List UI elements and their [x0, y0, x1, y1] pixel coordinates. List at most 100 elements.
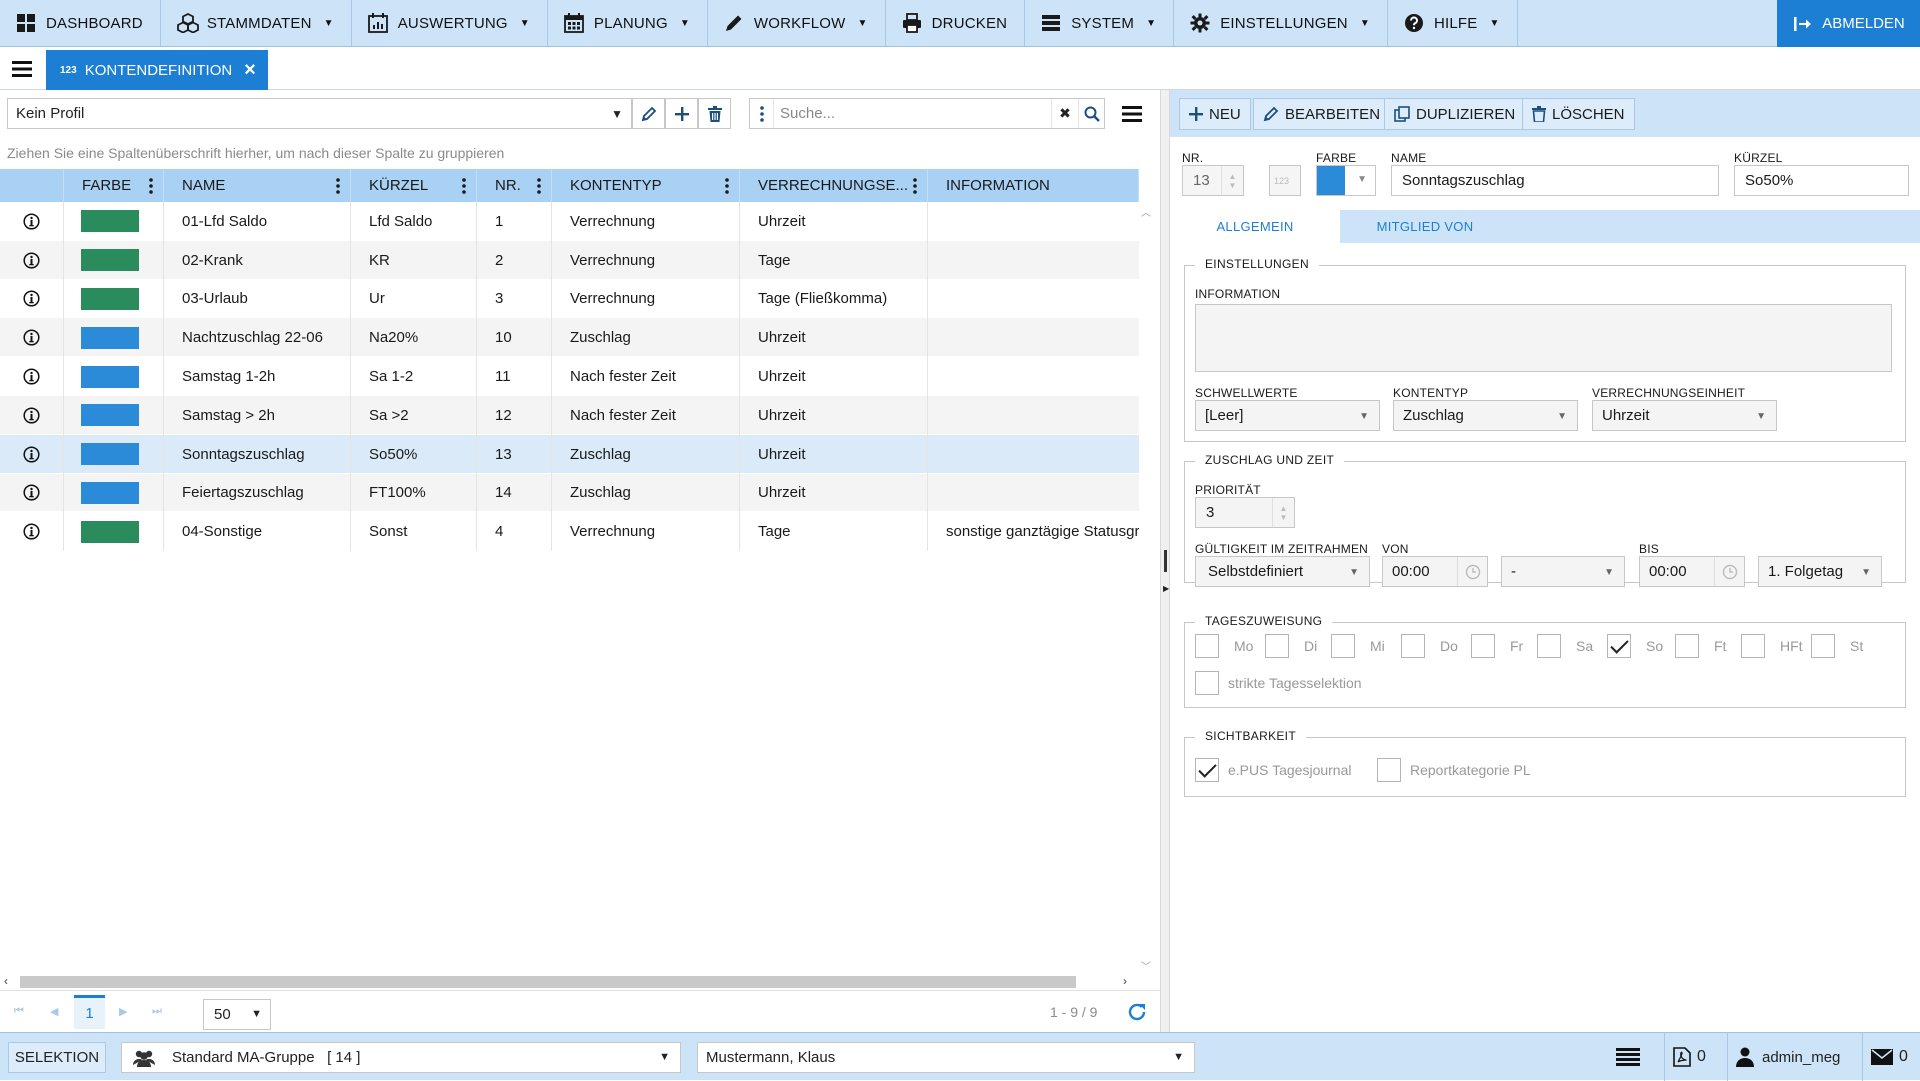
menu-dashboard[interactable]: DASHBOARD — [0, 0, 161, 46]
column-menu-icon[interactable] — [537, 178, 541, 194]
column-menu-icon[interactable] — [913, 178, 917, 194]
color-picker[interactable]: ▼ — [1316, 165, 1376, 196]
logout-button[interactable]: ABMELDEN — [1777, 0, 1920, 47]
column-header[interactable]: FARBE — [64, 169, 164, 202]
bis-day-select[interactable]: 1. Folgetag ▼ — [1758, 556, 1882, 587]
verrechnungseinheit-select[interactable]: Uhrzeit ▼ — [1592, 400, 1777, 431]
column-menu-icon[interactable] — [725, 178, 729, 194]
duplicate-button[interactable]: DUPLIZIEREN — [1384, 98, 1526, 130]
table-row[interactable]: 01-Lfd Saldo Lfd Saldo 1 Verrechnung Uhrzeit — [0, 202, 1139, 241]
table-row[interactable]: Feiertagszuschlag FT100% 14 Zuschlag Uhrzeit — [0, 473, 1139, 513]
close-tab-icon[interactable]: × — [240, 60, 260, 80]
grid-menu-icon[interactable] — [1115, 98, 1148, 129]
day-checkbox-ft[interactable] — [1675, 634, 1699, 658]
mail-counter[interactable]: 0 — [1862, 1033, 1916, 1081]
von-day-select[interactable]: - ▼ — [1501, 556, 1625, 587]
employee-group-select[interactable]: Standard MA-Gruppe [ 14 ] ▼ — [121, 1042, 681, 1073]
column-header[interactable]: NR. — [477, 169, 552, 202]
column-menu-icon[interactable] — [149, 178, 153, 194]
tab-allgemein[interactable]: ALLGEMEIN — [1170, 210, 1340, 243]
next-page-icon[interactable]: ▶ — [119, 1005, 133, 1019]
menu-workflow[interactable]: WORKFLOW ▼ — [708, 0, 886, 46]
info-icon[interactable] — [0, 512, 64, 552]
table-row[interactable]: Samstag > 2h Sa >2 12 Nach fester Zeit Uhrze… — [0, 395, 1139, 435]
search-icon[interactable] — [1078, 99, 1105, 128]
day-checkbox-mo[interactable] — [1195, 634, 1219, 658]
info-icon[interactable] — [0, 240, 64, 280]
tab-kontendefinition[interactable]: 123 KONTENDEFINITION × — [46, 50, 268, 90]
info-icon[interactable] — [0, 434, 64, 474]
prioritaet-stepper[interactable]: 3 ▲ ▼ — [1195, 497, 1295, 528]
menu-system[interactable]: SYSTEM ▼ — [1025, 0, 1175, 46]
information-textarea[interactable] — [1195, 304, 1892, 372]
schwellwerte-select[interactable]: [Leer] ▼ — [1195, 400, 1380, 431]
menu-stammdaten[interactable]: STAMMDATEN ▼ — [161, 0, 352, 46]
prev-page-icon[interactable]: ◀ — [50, 1005, 64, 1019]
profile-select[interactable]: Kein Profil ▼ — [7, 98, 632, 129]
column-menu-icon[interactable] — [336, 178, 340, 194]
scroll-right-icon[interactable]: › — [1123, 974, 1127, 988]
selection-button[interactable]: SELEKTION — [8, 1042, 106, 1073]
bis-time-input[interactable]: 00:00 — [1639, 556, 1745, 587]
column-header[interactable]: INFORMATION — [928, 169, 1139, 202]
menu-drucken[interactable]: DRUCKEN — [886, 0, 1026, 46]
menu-einstellungen[interactable]: EINSTELLUNGEN ▼ — [1174, 0, 1388, 46]
table-row[interactable]: Nachtzuschlag 22-06 Na20% 10 Zuschlag Uhrzei… — [0, 318, 1139, 358]
info-icon[interactable] — [0, 279, 64, 319]
day-checkbox-hft[interactable] — [1741, 634, 1765, 658]
kuerzel-field[interactable]: So50% — [1734, 165, 1909, 196]
clear-search-icon[interactable]: ✖ — [1051, 99, 1078, 128]
current-page-button[interactable]: 1 — [74, 995, 105, 1029]
column-header[interactable]: NAME — [164, 169, 351, 202]
clock-icon[interactable] — [1457, 557, 1487, 586]
info-icon[interactable] — [0, 357, 64, 396]
day-checkbox-do[interactable] — [1401, 634, 1425, 658]
gueltigkeit-select[interactable]: Selbstdefiniert ▼ — [1195, 556, 1370, 587]
last-page-icon[interactable]: ⏭ — [152, 1005, 166, 1019]
group-drop-hint[interactable]: Ziehen Sie eine Spaltenüberschrift hierh… — [7, 145, 504, 161]
splitter-grip[interactable] — [1164, 550, 1167, 572]
pdf-counter[interactable]: 0 — [1664, 1033, 1714, 1081]
add-profile-button[interactable] — [665, 98, 698, 129]
tab-mitglied-von[interactable]: MITGLIED VON — [1340, 210, 1510, 243]
search-options-icon[interactable] — [750, 99, 774, 128]
scroll-left-icon[interactable]: ‹ — [4, 974, 8, 988]
refresh-icon[interactable] — [1126, 1001, 1148, 1023]
vertical-scrollbar[interactable]: ︿ ﹀ — [1139, 202, 1151, 973]
menu-hilfe[interactable]: HILFE ▼ — [1388, 0, 1518, 46]
delete-button[interactable]: LÖSCHEN — [1522, 98, 1635, 130]
employee-select[interactable]: Mustermann, Klaus ▼ — [697, 1042, 1195, 1073]
stepper-arrows-icon[interactable]: ▲ ▼ — [1272, 498, 1294, 527]
day-checkbox-st[interactable] — [1811, 634, 1835, 658]
pane-splitter[interactable]: ▶ — [1160, 90, 1170, 1032]
day-checkbox-di[interactable] — [1265, 634, 1289, 658]
day-checkbox-sa[interactable] — [1537, 634, 1561, 658]
name-field[interactable]: Sonntagszuschlag — [1391, 165, 1719, 196]
horizontal-scrollbar[interactable]: ‹ › — [0, 972, 1139, 990]
table-row[interactable]: Samstag 1-2h Sa 1-2 11 Nach fester Zeit Uhrz… — [0, 357, 1139, 396]
edit-button[interactable]: BEARBEITEN — [1253, 98, 1391, 130]
new-button[interactable]: NEU — [1179, 98, 1251, 130]
delete-profile-button[interactable] — [698, 98, 731, 129]
reportkategorie-checkbox[interactable] — [1377, 758, 1401, 782]
info-icon[interactable] — [0, 202, 64, 241]
user-menu[interactable]: admin_meg — [1727, 1033, 1848, 1081]
menu-planung[interactable]: PLANUNG ▼ — [548, 0, 708, 46]
day-checkbox-fr[interactable] — [1471, 634, 1495, 658]
column-header[interactable]: KONTENTYP — [552, 169, 740, 202]
hamburger-menu-icon[interactable] — [12, 60, 32, 78]
horizontal-scroll-thumb[interactable] — [20, 976, 1076, 988]
von-time-input[interactable]: 00:00 — [1382, 556, 1488, 587]
column-header[interactable]: KÜRZEL — [351, 169, 477, 202]
menu-auswertung[interactable]: AUSWERTUNG ▼ — [352, 0, 548, 46]
list-view-icon[interactable] — [1608, 1033, 1648, 1081]
collapse-arrow-icon[interactable]: ▶ — [1163, 584, 1169, 593]
scroll-up-icon[interactable]: ︿ — [1141, 204, 1151, 219]
column-menu-icon[interactable] — [462, 178, 466, 194]
search-input[interactable] — [750, 99, 1022, 128]
page-size-select[interactable]: 50 ▼ — [203, 999, 271, 1030]
strict-selection-checkbox[interactable] — [1195, 671, 1219, 695]
clock-icon[interactable] — [1714, 557, 1744, 586]
kontentyp-select[interactable]: Zuschlag ▼ — [1393, 400, 1578, 431]
info-icon[interactable] — [0, 395, 64, 435]
